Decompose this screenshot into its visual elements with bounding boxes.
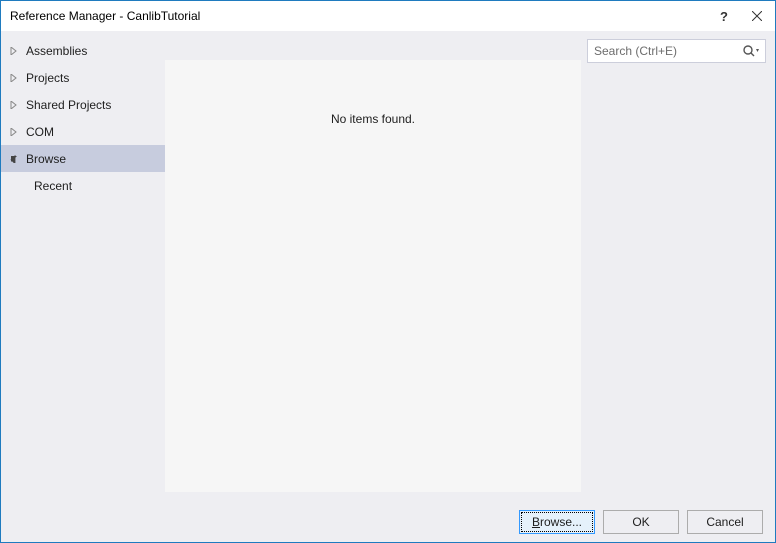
chevron-right-icon [8,126,20,138]
sidebar-item-label: Projects [26,71,69,85]
sidebar-item-assemblies[interactable]: Assemblies [1,37,165,64]
sidebar-item-shared-projects[interactable]: Shared Projects [1,91,165,118]
browse-button[interactable]: Browse... [519,510,595,534]
dialog-footer: Browse... OK Cancel [1,502,775,542]
search-button[interactable] [740,42,762,60]
sidebar-item-projects[interactable]: Projects [1,64,165,91]
help-button[interactable]: ? [709,2,739,30]
window-title: Reference Manager - CanlibTutorial [10,9,709,23]
sidebar-item-label: COM [26,125,54,139]
sidebar-item-browse[interactable]: Browse [1,145,165,172]
title-bar: Reference Manager - CanlibTutorial ? [1,1,775,31]
sidebar: Assemblies Projects Shared Projects COM … [1,31,165,502]
sidebar-subitem-label: Recent [34,179,72,193]
close-icon [752,11,762,21]
chevron-right-icon [8,99,20,111]
sidebar-item-label: Shared Projects [26,98,111,112]
cancel-button[interactable]: Cancel [687,510,763,534]
search-icon [742,44,760,58]
content-pane: No items found. [165,60,581,492]
sidebar-item-com[interactable]: COM [1,118,165,145]
empty-message: No items found. [331,112,415,126]
chevron-down-icon [8,153,20,165]
chevron-right-icon [8,72,20,84]
sidebar-item-label: Browse [26,152,66,166]
ok-button[interactable]: OK [603,510,679,534]
close-button[interactable] [739,2,775,30]
chevron-right-icon [8,45,20,57]
sidebar-item-label: Assemblies [26,44,87,58]
sidebar-subitem-recent[interactable]: Recent [1,172,165,199]
